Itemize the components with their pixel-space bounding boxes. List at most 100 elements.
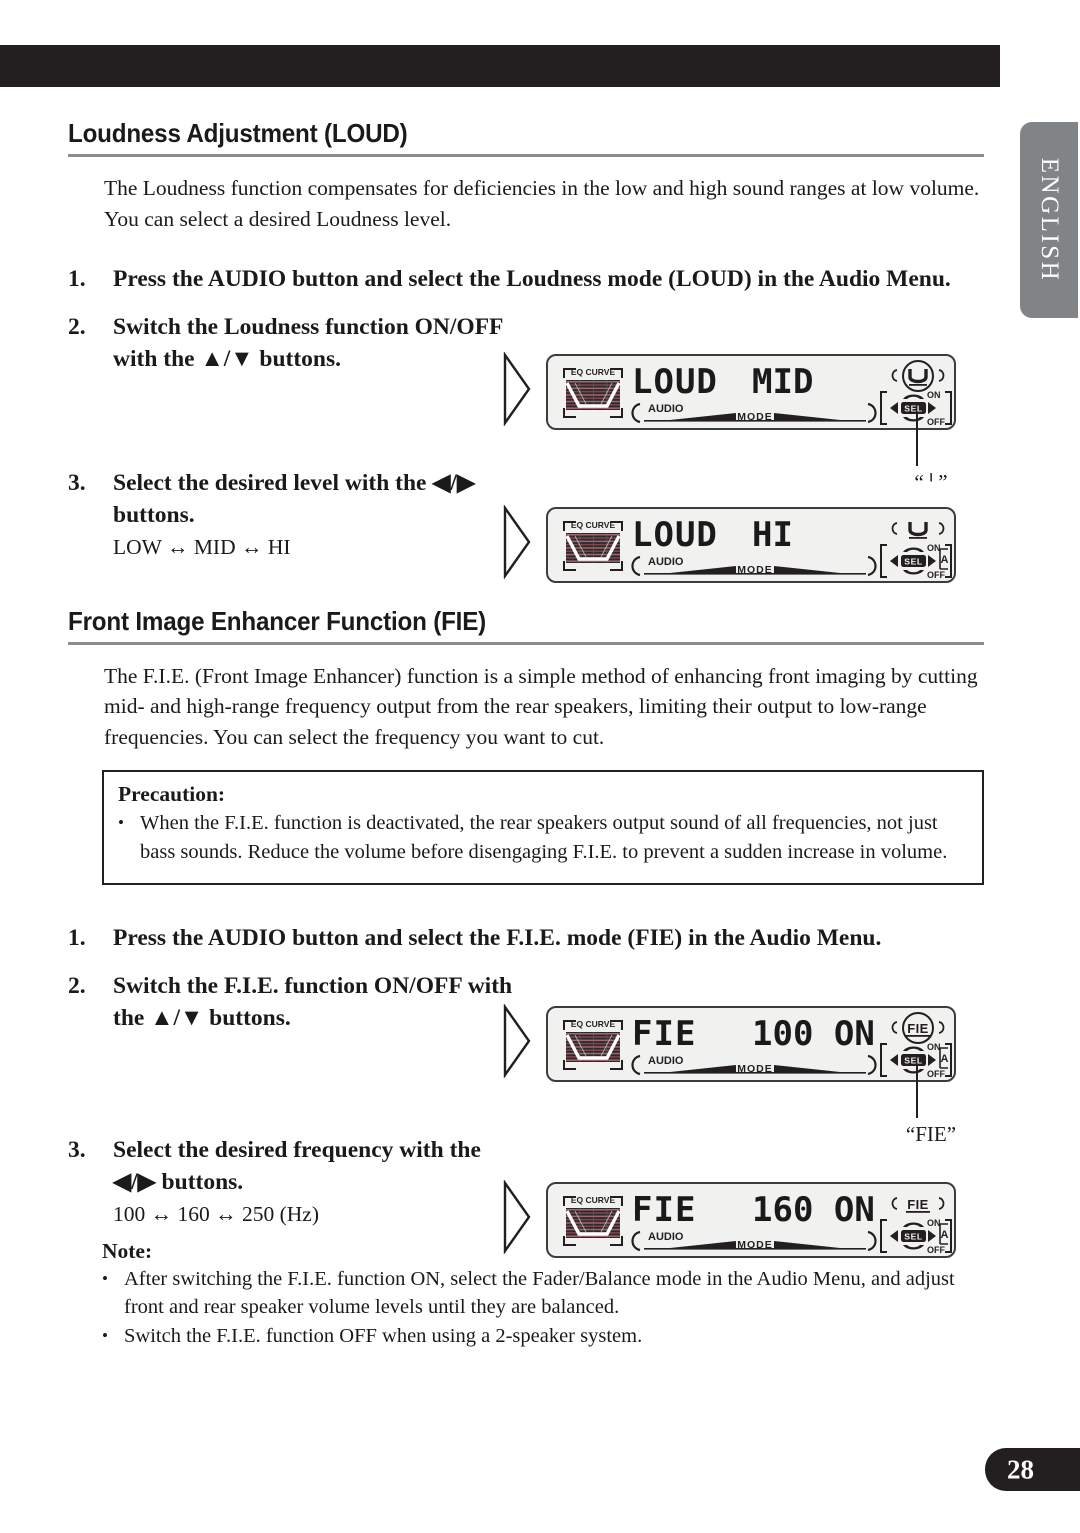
eq-curve-icon: EQ CURVE xyxy=(562,1016,624,1074)
step-text: Select the desired frequency with the ◀/… xyxy=(113,1136,481,1195)
language-tab-label: ENGLISH xyxy=(1036,157,1063,283)
heading-rule xyxy=(68,641,984,645)
loudness-indicator-icon xyxy=(883,513,953,547)
lcd-value-text: 160 ON xyxy=(752,1189,875,1230)
audio-mode-strip: AUDIO MODE xyxy=(628,400,880,428)
loudness-intro: The Loudness function compensates for de… xyxy=(104,176,980,231)
loudness-step-1: 1. Press the AUDIO button and select the… xyxy=(68,264,984,296)
eq-curve-icon: EQ CURVE xyxy=(562,1192,624,1250)
svg-text:FIE: FIE xyxy=(907,1021,928,1036)
callout-caption: “ ᑊ ” xyxy=(914,470,948,494)
page-number: 28 xyxy=(1007,1454,1034,1484)
svg-text:MODE: MODE xyxy=(737,411,773,423)
lcd-value-text: 100 ON xyxy=(752,1013,875,1054)
note-bullet-text: After switching the F.I.E. function ON, … xyxy=(124,1267,955,1319)
svg-text:OFF: OFF xyxy=(927,570,945,580)
lcd-main-text: FIE xyxy=(632,1189,697,1230)
lcd-display-fie-160: EQ CURVE FIE 160 ON AUDIO MODE SEL ON OFF A FIE xyxy=(546,1181,956,1258)
section-heading-fie-text: Front Image Enhancer Function (FIE) xyxy=(68,605,487,636)
svg-text:AUDIO: AUDIO xyxy=(648,556,684,568)
step-text: Select the desired level with the ◀/▶ bu… xyxy=(113,469,476,528)
arrow-pointer-icon xyxy=(502,1003,532,1083)
loudness-indicator-icon xyxy=(883,359,953,394)
svg-text:AUDIO: AUDIO xyxy=(648,1231,684,1243)
display-group-fie-160: EQ CURVE FIE 160 ON AUDIO MODE SEL ON OFF A FIE xyxy=(502,1179,956,1259)
bullet-icon: • xyxy=(102,1326,108,1346)
note-bullet: • Switch the F.I.E. function OFF when us… xyxy=(102,1322,984,1351)
svg-text:SEL: SEL xyxy=(904,1055,923,1065)
step-text: Switch the Loudness function ON/OFF with… xyxy=(113,313,503,372)
callout-caption: “FIE” xyxy=(905,1122,957,1146)
eq-curve-icon: EQ CURVE xyxy=(562,517,624,575)
precaution-title: Precaution: xyxy=(118,782,226,807)
callout-leader-line xyxy=(916,414,918,466)
arrow-pointer-icon xyxy=(502,1179,532,1259)
section-heading-loudness-text: Loudness Adjustment (LOUD) xyxy=(68,118,408,148)
audio-mode-strip: AUDIO MODE xyxy=(628,553,880,581)
svg-text:OFF: OFF xyxy=(927,1069,945,1079)
bullet-icon: • xyxy=(118,813,124,833)
step-number: 3. xyxy=(68,469,86,496)
svg-text:AUDIO: AUDIO xyxy=(648,1055,684,1067)
step-number: 3. xyxy=(68,1136,86,1163)
display-group-fie-100: EQ CURVE FIE 100 ON AUDIO MODE SEL ON OFF A FIE xyxy=(502,1003,956,1083)
note-bullet-text: Switch the F.I.E. function OFF when usin… xyxy=(124,1325,643,1348)
svg-text:A: A xyxy=(941,1229,949,1241)
precaution-box: Precaution: • When the F.I.E. function i… xyxy=(102,770,984,885)
arrow-pointer-icon xyxy=(502,351,532,431)
arrow-pointer-icon xyxy=(502,504,532,584)
svg-text:EQ CURVE: EQ CURVE xyxy=(571,367,616,377)
callout-leader-line xyxy=(916,1066,918,1118)
svg-text:EQ CURVE: EQ CURVE xyxy=(571,1019,616,1029)
lcd-display-fie-100: EQ CURVE FIE 100 ON AUDIO MODE SEL ON OFF A FIE xyxy=(546,1005,956,1082)
bullet-icon: • xyxy=(102,1268,108,1288)
svg-text:SEL: SEL xyxy=(904,403,923,413)
lcd-value-text: MID xyxy=(752,361,814,402)
fie-indicator-icon: FIE xyxy=(883,1011,953,1046)
lcd-main-text: LOUD xyxy=(632,514,718,555)
precaution-bullet: • When the F.I.E. function is deactivate… xyxy=(118,809,968,866)
audio-mode-strip: AUDIO MODE xyxy=(628,1228,880,1256)
heading-rule xyxy=(68,154,984,157)
section-heading-fie: Front Image Enhancer Function (FIE) xyxy=(68,606,984,645)
lcd-main-text: LOUD xyxy=(632,361,718,402)
fie-indicator-icon: FIE xyxy=(883,1188,953,1222)
svg-text:A: A xyxy=(941,554,949,566)
precaution-bullet-text: When the F.I.E. function is deactivated,… xyxy=(140,812,948,864)
step-number: 2. xyxy=(68,313,86,340)
step-text: Switch the F.I.E. function ON/OFF with t… xyxy=(113,972,513,1031)
svg-text:AUDIO: AUDIO xyxy=(648,403,684,415)
note-bullet: • After switching the F.I.E. function ON… xyxy=(102,1265,984,1322)
lcd-display-loud-mid: EQ CURVE LOUD MID AUDIO MODE SEL ON OFF xyxy=(546,353,956,430)
fie-intro: The F.I.E. (Front Image Enhancer) functi… xyxy=(104,663,978,749)
page-number-badge: 28 xyxy=(985,1448,1080,1491)
svg-text:OFF: OFF xyxy=(927,417,945,427)
section-heading-loudness: Loudness Adjustment (LOUD) xyxy=(68,118,984,157)
step-text: Press the AUDIO button and select the Lo… xyxy=(113,266,951,293)
svg-text:A: A xyxy=(941,1053,949,1065)
step-text: Press the AUDIO button and select the F.… xyxy=(113,924,882,951)
svg-text:MODE: MODE xyxy=(737,564,773,576)
svg-text:MODE: MODE xyxy=(737,1063,773,1075)
page-content: Loudness Adjustment (LOUD) The Loudness … xyxy=(68,118,984,1351)
svg-text:SEL: SEL xyxy=(904,1231,923,1241)
language-tab: ENGLISH xyxy=(1020,122,1078,318)
svg-text:MODE: MODE xyxy=(737,1239,773,1251)
lcd-value-text: HI xyxy=(752,514,793,555)
eq-curve-icon: EQ CURVE xyxy=(562,364,624,422)
step-number: 1. xyxy=(68,266,86,293)
display-group-loud-hi: EQ CURVE LOUD HI AUDIO MODE SEL ON OFF A xyxy=(502,504,956,584)
step-number: 1. xyxy=(68,924,86,951)
display-group-loud-mid: EQ CURVE LOUD MID AUDIO MODE SEL ON OFF xyxy=(502,351,956,431)
step-number: 2. xyxy=(68,972,86,999)
svg-text:OFF: OFF xyxy=(927,1245,945,1255)
svg-text:EQ CURVE: EQ CURVE xyxy=(571,520,616,530)
top-header-bar xyxy=(0,45,1000,87)
svg-text:FIE: FIE xyxy=(907,1197,928,1212)
svg-text:SEL: SEL xyxy=(904,556,923,566)
lcd-main-text: FIE xyxy=(632,1013,697,1054)
lcd-display-loud-hi: EQ CURVE LOUD HI AUDIO MODE SEL ON OFF A xyxy=(546,506,956,583)
audio-mode-strip: AUDIO MODE xyxy=(628,1052,880,1080)
fie-step-1: 1. Press the AUDIO button and select the… xyxy=(68,923,984,955)
svg-text:EQ CURVE: EQ CURVE xyxy=(571,1195,616,1205)
